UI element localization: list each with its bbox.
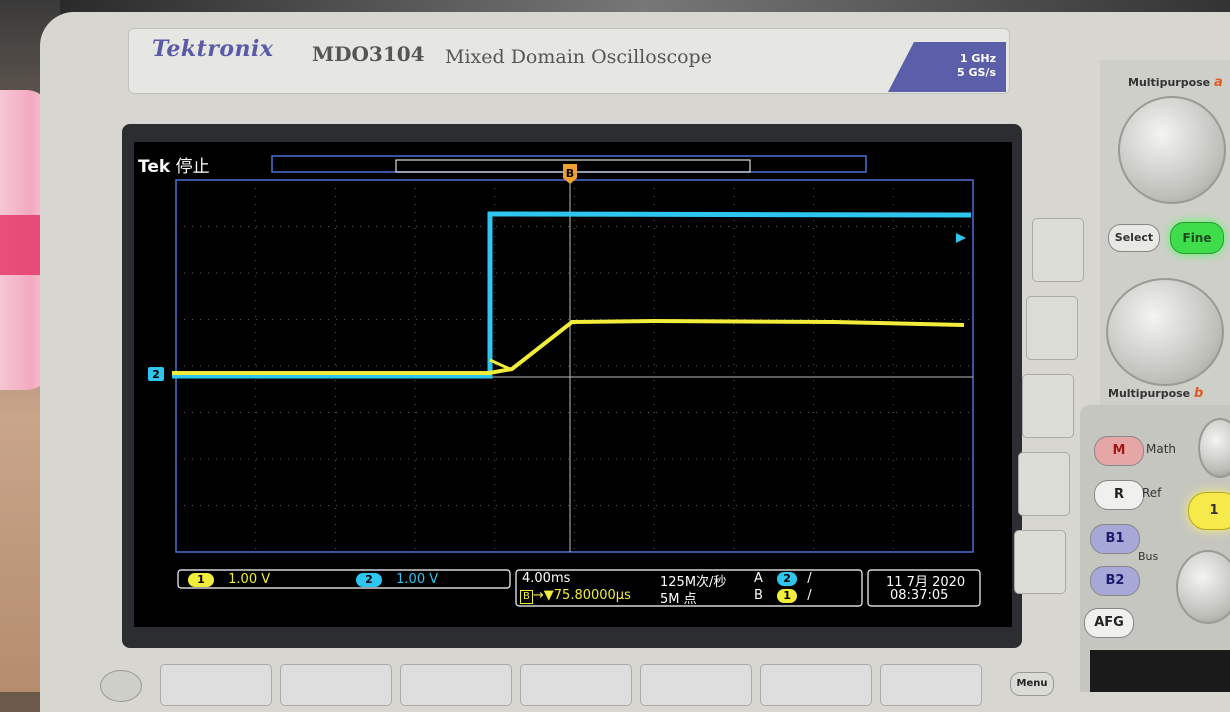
delay-arrow: → [532, 588, 544, 603]
bus-b1-button[interactable]: B1 [1090, 524, 1140, 554]
status-line: Tek 停止 [138, 152, 210, 177]
spec-bandwidth: 1 GHz [959, 52, 996, 65]
multipurpose-a-letter: a [1214, 75, 1223, 90]
afg-button[interactable]: AFG [1084, 608, 1134, 638]
ch2-badge: 2 [356, 573, 382, 587]
ch1-edge [489, 358, 513, 372]
math-label: Math [1146, 442, 1177, 456]
record-length: 5M 点 [660, 592, 697, 607]
multipurpose-b-text: Multipurpose [1108, 387, 1191, 400]
waveform-display: B 2 [148, 155, 981, 607]
bus-b2-button[interactable]: B2 [1090, 566, 1140, 596]
multipurpose-a-label: Multipurpose a [1128, 75, 1223, 90]
ref-label: Ref [1142, 486, 1162, 500]
bottom-button-4[interactable] [520, 664, 632, 706]
oscilloscope-screen: B 2 Tek 停止 1 1.00 V 2 1.00 V 4.00ms B →▼7… [134, 142, 1012, 627]
screenshot-icon[interactable] [100, 670, 142, 702]
math-button[interactable]: M [1094, 436, 1144, 466]
multipurpose-a-knob[interactable] [1118, 96, 1226, 204]
multipurpose-b-knob[interactable] [1106, 278, 1224, 386]
delay-badge: B [520, 590, 533, 604]
trigger-a-readout[interactable]: A 2 / [754, 571, 812, 586]
trigger-b-channel: 1 [777, 589, 798, 603]
bottom-button-1[interactable] [160, 664, 272, 706]
bus-label: Bus [1138, 550, 1159, 563]
multipurpose-b-label: Multipurpose b [1108, 386, 1203, 401]
brand-logo: Tektronix [152, 36, 274, 62]
bottom-button-7[interactable] [880, 664, 982, 706]
ch1-trace [172, 318, 965, 375]
bottom-button-2[interactable] [280, 664, 392, 706]
ref-button[interactable]: R [1094, 480, 1144, 510]
trigger-level-arrow [956, 233, 966, 243]
timebase-value[interactable]: 4.00ms [522, 571, 570, 586]
bottom-button-6[interactable] [760, 664, 872, 706]
ch1-badge: 1 [188, 573, 214, 587]
trigger-b-readout[interactable]: B 1 / [754, 588, 812, 603]
menu-button[interactable]: Menu [1010, 672, 1054, 696]
multipurpose-a-text: Multipurpose [1128, 76, 1211, 89]
ch1-scale: 1.00 V [228, 572, 271, 587]
delay-value: ▼75.80000µs [543, 588, 631, 603]
trigger-a-channel: 2 [777, 572, 798, 586]
ch1-readout[interactable]: 1 1.00 V [188, 572, 270, 587]
spec-sample-rate: 5 GS/s [957, 66, 996, 79]
side-button-5[interactable] [1014, 530, 1066, 594]
ch2-ground-label: 2 [152, 368, 160, 381]
delay-readout[interactable]: B →▼75.80000µs [520, 588, 631, 604]
fine-button[interactable]: Fine [1170, 222, 1224, 254]
model-description: Mixed Domain Oscilloscope [445, 46, 712, 68]
trigger-marker-label: B [566, 167, 574, 180]
status-brand: Tek [138, 157, 171, 177]
side-button-3[interactable] [1022, 374, 1074, 438]
trigger-a-slope: / [807, 571, 812, 586]
cable-area [1090, 650, 1230, 692]
ch2-scale: 1.00 V [396, 572, 439, 587]
time-display: 08:37:05 [890, 588, 949, 603]
ch2-readout[interactable]: 2 1.00 V [356, 572, 438, 587]
ch1-button[interactable]: 1 [1188, 492, 1230, 530]
trigger-a-label: A [754, 571, 763, 586]
bottom-button-5[interactable] [640, 664, 752, 706]
ch2-trace [172, 211, 972, 379]
trigger-b-slope: / [807, 588, 812, 603]
graticule-grid [176, 180, 973, 552]
multipurpose-b-letter: b [1194, 386, 1204, 401]
status-state: 停止 [175, 157, 210, 177]
side-button-1[interactable] [1032, 218, 1084, 282]
model-name: MDO3104 [312, 42, 425, 66]
side-button-2[interactable] [1026, 296, 1078, 360]
bottom-button-3[interactable] [400, 664, 512, 706]
select-button[interactable]: Select [1108, 224, 1160, 252]
side-button-4[interactable] [1018, 452, 1070, 516]
trigger-b-label: B [754, 588, 763, 603]
graticule-frame [175, 179, 974, 553]
